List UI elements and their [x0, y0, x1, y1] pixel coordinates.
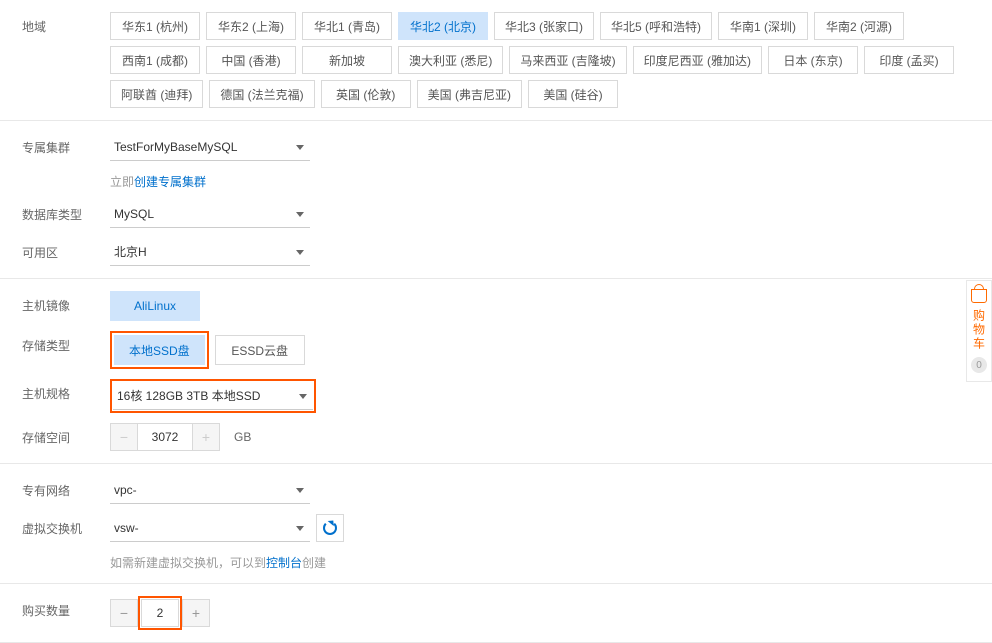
region-option[interactable]: 华南1 (深圳) [718, 12, 808, 40]
region-option[interactable]: 美国 (弗吉尼亚) [417, 80, 522, 108]
space-stepper: − + [110, 423, 220, 451]
qty-highlight [138, 596, 182, 630]
region-option[interactable]: 中国 (香港) [206, 46, 296, 74]
dbtype-label: 数据库类型 [0, 200, 110, 223]
zone-dropdown[interactable]: 北京H [110, 238, 310, 266]
vswitch-label: 虚拟交换机 [0, 514, 110, 537]
cart-icon [971, 289, 987, 303]
storage-option-local-ssd[interactable]: 本地SSD盘 [114, 335, 205, 365]
space-increase-button[interactable]: + [192, 423, 220, 451]
region-option[interactable]: 英国 (伦敦) [321, 80, 411, 108]
cluster-label: 专属集群 [0, 133, 110, 156]
region-option[interactable]: 马来西亚 (吉隆坡) [509, 46, 626, 74]
region-option[interactable]: 阿联酋 (迪拜) [110, 80, 203, 108]
dbtype-dropdown[interactable]: MySQL [110, 200, 310, 228]
refresh-icon [323, 521, 337, 535]
vpc-label: 专有网络 [0, 476, 110, 499]
region-option[interactable]: 美国 (硅谷) [528, 80, 618, 108]
create-cluster-link[interactable]: 创建专属集群 [134, 175, 206, 189]
cluster-dropdown[interactable]: TestForMyBaseMySQL [110, 133, 310, 161]
image-option-alilinux[interactable]: AliLinux [110, 291, 200, 321]
region-option[interactable]: 华东1 (杭州) [110, 12, 200, 40]
image-label: 主机镜像 [0, 291, 110, 314]
qty-input[interactable] [141, 599, 179, 627]
region-option[interactable]: 西南1 (成都) [110, 46, 200, 74]
region-option[interactable]: 印度 (孟买) [864, 46, 954, 74]
region-option[interactable]: 华北5 (呼和浩特) [600, 12, 712, 40]
zone-label: 可用区 [0, 238, 110, 261]
region-option[interactable]: 澳大利亚 (悉尼) [398, 46, 503, 74]
region-option[interactable]: 华北1 (青岛) [302, 12, 392, 40]
cart-count: 0 [971, 357, 987, 373]
console-link[interactable]: 控制台 [266, 556, 302, 570]
space-unit: GB [234, 430, 251, 444]
region-option[interactable]: 华南2 (河源) [814, 12, 904, 40]
qty-decrease-button[interactable]: − [110, 599, 138, 627]
storage-highlight: 本地SSD盘 [110, 331, 209, 369]
cluster-hint-prefix: 立即 [110, 175, 134, 189]
cluster-hint: 立即创建专属集群 [110, 173, 206, 190]
region-option[interactable]: 华东2 (上海) [206, 12, 296, 40]
qty-increase-button[interactable]: + [182, 599, 210, 627]
space-label: 存储空间 [0, 423, 110, 446]
space-decrease-button[interactable]: − [110, 423, 138, 451]
region-option[interactable]: 日本 (东京) [768, 46, 858, 74]
storage-option-essd[interactable]: ESSD云盘 [215, 335, 305, 365]
region-label: 地域 [0, 12, 110, 35]
cart-label: 购物车 [971, 309, 988, 351]
region-option[interactable]: 新加坡 [302, 46, 392, 74]
spec-highlight: 16核 128GB 3TB 本地SSD [110, 379, 316, 413]
vswitch-refresh-button[interactable] [316, 514, 344, 542]
qty-label: 购买数量 [0, 596, 110, 619]
storage-label: 存储类型 [0, 331, 110, 354]
region-option[interactable]: 华北3 (张家口) [494, 12, 594, 40]
region-option[interactable]: 印度尼西亚 (雅加达) [633, 46, 762, 74]
qty-stepper: − + [110, 596, 210, 630]
cart-sidebar[interactable]: 购物车 0 [966, 280, 992, 382]
spec-label: 主机规格 [0, 379, 110, 402]
region-option[interactable]: 德国 (法兰克福) [209, 80, 314, 108]
space-input[interactable] [138, 423, 192, 451]
vswitch-hint: 如需新建虚拟交换机，可以到控制台创建 [110, 554, 326, 571]
spec-dropdown[interactable]: 16核 128GB 3TB 本地SSD [113, 382, 313, 410]
vswitch-dropdown[interactable]: vsw- [110, 514, 310, 542]
region-option[interactable]: 华北2 (北京) [398, 12, 488, 40]
